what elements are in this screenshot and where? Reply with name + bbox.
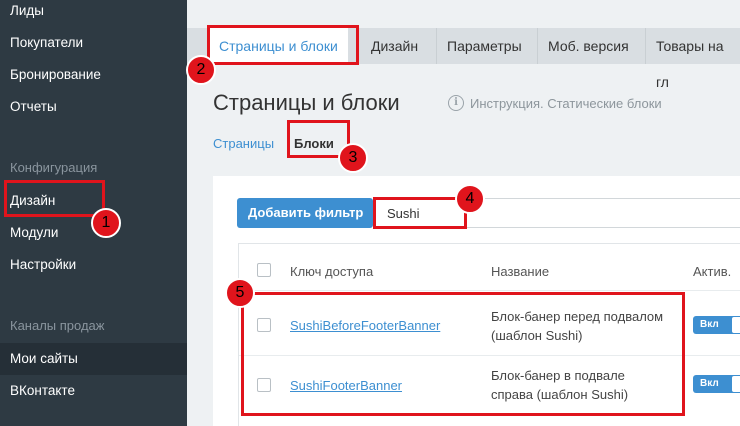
sidebar-section-config: Конфигурация bbox=[10, 160, 98, 175]
sidebar-item-customers[interactable]: Покупатели bbox=[0, 27, 187, 59]
toggle-label: Вкл bbox=[700, 319, 719, 330]
info-icon: i bbox=[448, 95, 464, 111]
add-filter-label: Добавить фильтр bbox=[248, 205, 364, 220]
toggle-label: Вкл bbox=[700, 378, 719, 389]
active-toggle[interactable]: Вкл bbox=[693, 375, 740, 393]
add-filter-button[interactable]: Добавить фильтр bbox=[237, 198, 373, 247]
annotation-badge-4: 4 bbox=[455, 184, 485, 214]
annotation-badge-5: 5 bbox=[225, 278, 255, 308]
column-header-key[interactable]: Ключ доступа bbox=[290, 264, 373, 279]
tab-parameters[interactable]: Параметры bbox=[436, 28, 532, 64]
select-all-checkbox[interactable] bbox=[257, 263, 271, 277]
instruction-label: Инструкция. Статические блоки bbox=[470, 95, 662, 111]
sidebar-item-leads[interactable]: Лиды bbox=[0, 0, 187, 27]
highlight-tab-pages bbox=[207, 25, 359, 65]
sidebar-section-channels: Каналы продаж bbox=[10, 318, 105, 333]
highlight-design bbox=[4, 180, 105, 217]
instruction-link[interactable]: i Инструкция. Статические блоки bbox=[448, 95, 662, 111]
tab-design[interactable]: Дизайн bbox=[361, 28, 428, 64]
column-header-active[interactable]: Актив. bbox=[693, 264, 731, 279]
sidebar-item-vkontakte[interactable]: ВКонтакте bbox=[0, 375, 187, 407]
tab-mobile-version[interactable]: Моб. версия bbox=[537, 28, 639, 64]
active-toggle[interactable]: Вкл bbox=[693, 316, 740, 334]
annotation-badge-3: 3 bbox=[338, 143, 368, 173]
annotation-badge-1: 1 bbox=[91, 208, 121, 238]
subnav-pages[interactable]: Страницы bbox=[213, 136, 274, 151]
column-header-name[interactable]: Название bbox=[491, 264, 549, 279]
sidebar-item-booking[interactable]: Бронирование bbox=[0, 59, 187, 91]
page-title: Страницы и блоки bbox=[213, 90, 400, 115]
row-divider bbox=[239, 290, 740, 291]
tab-products-on-home[interactable]: Товары на гл bbox=[645, 28, 740, 90]
highlight-search bbox=[373, 197, 467, 229]
sidebar-item-my-sites[interactable]: Мои сайты bbox=[0, 343, 187, 375]
sidebar-item-reports[interactable]: Отчеты bbox=[0, 91, 187, 123]
toggle-knob bbox=[732, 317, 740, 333]
toggle-knob bbox=[732, 376, 740, 392]
highlight-rows bbox=[241, 292, 685, 416]
annotation-badge-2: 2 bbox=[186, 55, 216, 85]
sidebar-item-settings[interactable]: Настройки bbox=[0, 249, 187, 281]
